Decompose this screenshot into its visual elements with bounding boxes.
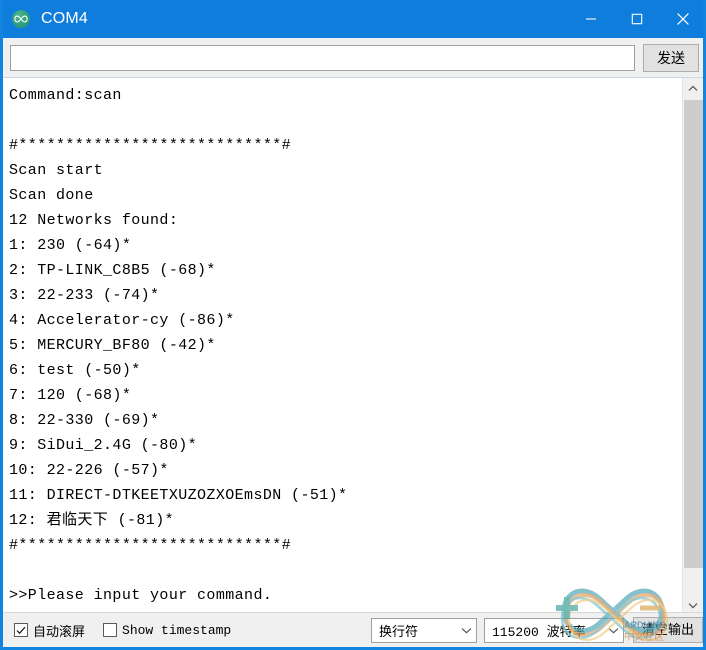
- autoscroll-checkbox[interactable]: 自动滚屏: [14, 613, 85, 647]
- maximize-button[interactable]: [614, 0, 660, 38]
- console-output[interactable]: Command:scan #**************************…: [3, 78, 682, 615]
- arduino-infinity-icon: [12, 10, 30, 28]
- scrollbar-thumb[interactable]: [684, 100, 703, 568]
- line-ending-value: 换行符: [379, 623, 419, 639]
- console-area: Command:scan #**************************…: [3, 77, 703, 615]
- autoscroll-label: 自动滚屏: [33, 623, 86, 639]
- console-scrollbar[interactable]: [682, 78, 703, 615]
- status-bar: 自动滚屏 Show timestamp 换行符 115200 波特率 清空输出: [3, 612, 703, 647]
- chevron-up-icon[interactable]: [683, 78, 703, 98]
- show-timestamp-checkbox[interactable]: Show timestamp: [103, 613, 231, 647]
- show-timestamp-label: Show timestamp: [122, 622, 232, 638]
- title-bar: COM4: [3, 0, 703, 38]
- chevron-down-icon: [608, 627, 619, 634]
- console-text: Command:scan #**************************…: [9, 87, 348, 604]
- window-title: COM4: [41, 10, 89, 27]
- baud-rate-value: 115200 波特率: [492, 624, 586, 640]
- close-button[interactable]: [660, 0, 703, 38]
- checkbox-checked-icon: [14, 623, 28, 637]
- chevron-down-icon: [461, 627, 472, 634]
- command-bar: 发送: [3, 38, 703, 77]
- serial-monitor-window: COM4 发送 Command:scan #******************…: [0, 0, 706, 650]
- minimize-button[interactable]: [568, 0, 614, 38]
- send-button[interactable]: 发送: [643, 43, 699, 72]
- clear-output-button[interactable]: 清空输出: [633, 617, 703, 643]
- baud-rate-select[interactable]: 115200 波特率: [484, 617, 624, 643]
- window-controls: [568, 0, 703, 38]
- checkbox-unchecked-icon: [103, 623, 118, 637]
- line-ending-select[interactable]: 换行符: [371, 617, 477, 643]
- command-input[interactable]: [10, 44, 635, 71]
